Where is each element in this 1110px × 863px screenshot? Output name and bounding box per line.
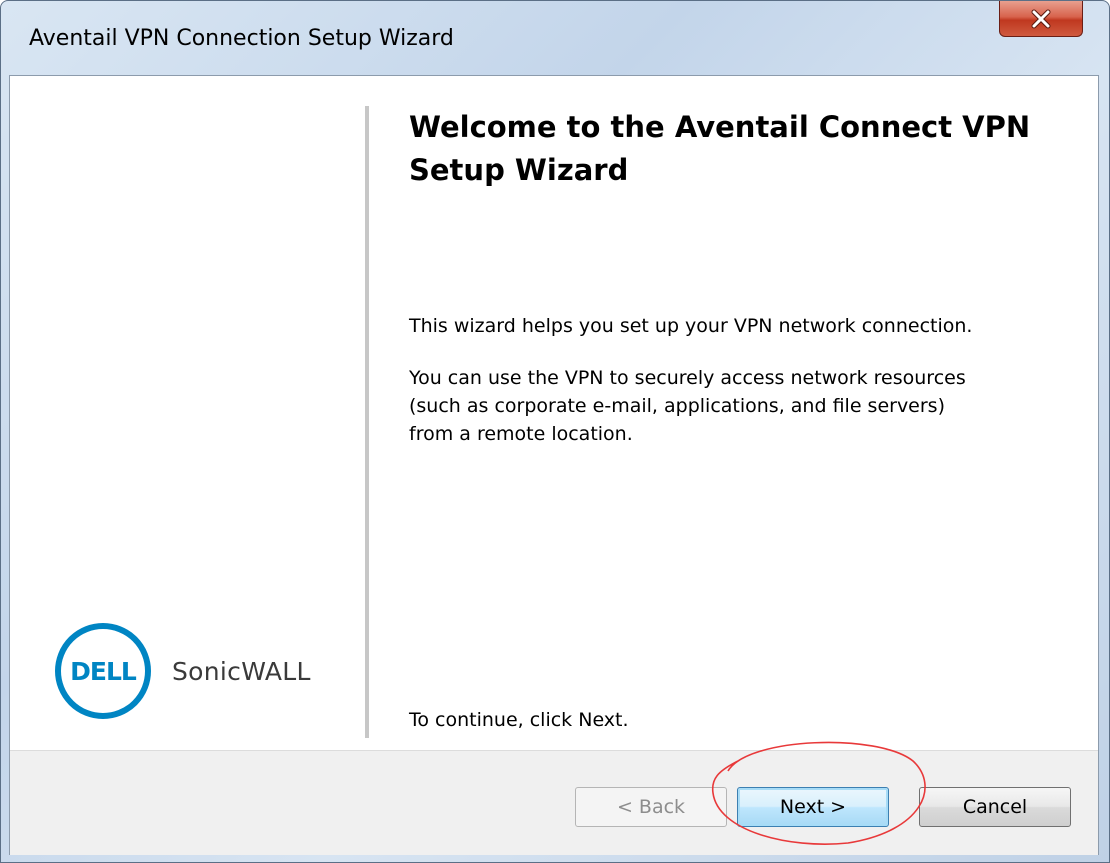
description-line: from a remote location. — [409, 423, 633, 445]
close-button[interactable] — [999, 1, 1083, 37]
wizard-content: Welcome to the Aventail Connect VPN Setu… — [9, 75, 1099, 855]
cancel-button[interactable]: Cancel — [919, 787, 1071, 827]
brand-product-name: SonicWALL — [172, 656, 311, 686]
vertical-divider — [365, 106, 369, 738]
next-button[interactable]: Next > — [737, 787, 889, 827]
wizard-description: You can use the VPN to securely access n… — [409, 364, 1089, 448]
back-button[interactable]: < Back — [575, 787, 727, 827]
svg-text:DELL: DELL — [70, 657, 137, 686]
description-line: (such as corporate e-mail, applications,… — [409, 395, 945, 417]
wizard-instruction: To continue, click Next. — [409, 709, 629, 731]
brand-logo: DELL SonicWALL — [54, 622, 311, 720]
close-x-icon — [1031, 9, 1051, 28]
description-line: You can use the VPN to securely access n… — [409, 367, 966, 389]
window-title: Aventail VPN Connection Setup Wizard — [29, 26, 454, 51]
dell-logo-icon: DELL — [55, 623, 151, 719]
title-bar[interactable]: Aventail VPN Connection Setup Wizard — [1, 1, 1109, 75]
wizard-heading: Welcome to the Aventail Connect VPN Setu… — [409, 110, 1031, 187]
wizard-intro-text: This wizard helps you set up your VPN ne… — [409, 315, 973, 337]
wizard-window: Aventail VPN Connection Setup Wizard Wel… — [0, 0, 1110, 863]
button-bar: < Back Next > Cancel — [10, 750, 1098, 855]
